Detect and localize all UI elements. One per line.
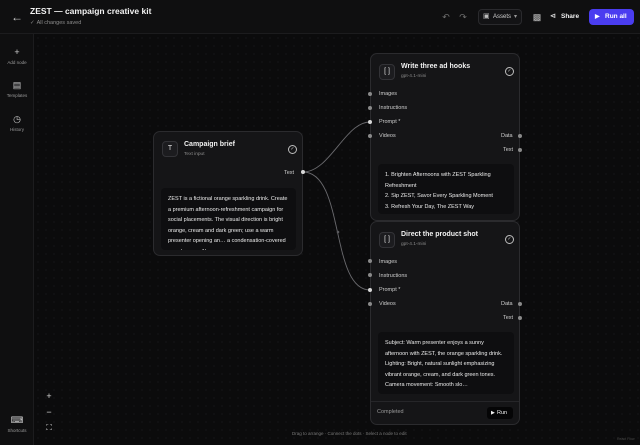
plus-icon: + (14, 47, 20, 57)
node-title: Direct the product shot (401, 231, 479, 238)
share-label: Share (561, 13, 580, 20)
output-port-text: Text (503, 315, 514, 321)
node-write-hooks[interactable]: [ ] Write three ad hooks gpt-4.1-mini ✓ … (370, 53, 520, 221)
shot-data-port[interactable] (518, 302, 522, 306)
input-port-images: Images (379, 259, 398, 265)
output-port-text-label: Text (284, 170, 295, 176)
node-subtitle: gpt-4.1-mini (401, 74, 427, 79)
flow-canvas[interactable] (34, 34, 640, 445)
assets-label: Assets (493, 14, 512, 20)
brackets-icon: [ ] (379, 232, 395, 248)
run-status: Completed (377, 409, 404, 415)
check-icon: ✓ (30, 20, 35, 26)
brackets-icon: [ ] (379, 64, 395, 80)
fit-view-icon[interactable]: ⛶ (40, 421, 58, 435)
rail-add-node[interactable]: + Add node (0, 46, 34, 65)
rail-history-label: History (9, 127, 24, 132)
hooks-output-content[interactable]: 1. Brighten Afternoons with ZEST Sparkli… (378, 164, 514, 214)
node-campaign-brief[interactable]: T Campaign brief Text input ✓ Text ZEST … (153, 131, 303, 256)
rail-templates[interactable]: ▤ Templates (0, 79, 34, 98)
run-label: Run (497, 410, 508, 416)
rail-shortcuts[interactable]: ⌨ Shortcuts (0, 414, 34, 433)
templates-icon: ▤ (12, 80, 22, 90)
save-status: ✓ All changes saved (30, 20, 81, 26)
input-port-instructions: Instructions (379, 105, 408, 111)
brief-text-output-port[interactable] (301, 170, 305, 174)
hooks-instructions-port[interactable] (368, 106, 372, 110)
share-button[interactable]: ⊲ Share (550, 9, 582, 25)
canvas-hint: Drag to arrange · Connect the dots · Sel… (292, 431, 407, 436)
left-rail: + Add node ▤ Templates ◷ History ⌨ Short… (0, 34, 34, 445)
shot-videos-port[interactable] (368, 302, 372, 306)
hooks-data-port[interactable] (518, 134, 522, 138)
project-title: ZEST — campaign creative kit (30, 6, 152, 16)
input-port-videos: Videos (379, 133, 396, 139)
run-all-label: Run all (605, 13, 627, 20)
keyboard-icon: ⌨ (10, 415, 24, 425)
rail-templates-label: Templates (6, 93, 28, 98)
rail-history[interactable]: ◷ History (0, 113, 34, 132)
input-port-prompt: Prompt * (379, 119, 400, 125)
node-direct-product-shot[interactable]: [ ] Direct the product shot gpt-4.1-mini… (370, 221, 520, 425)
node-subtitle: gpt-4.1-mini (401, 242, 427, 247)
zoom-controls: + − ⛶ (40, 389, 58, 437)
node-title: Write three ad hooks (401, 63, 471, 70)
share-icon: ⊲ (550, 13, 556, 20)
footer-divider (371, 401, 519, 402)
hooks-images-port[interactable] (368, 92, 372, 96)
rail-shortcuts-label: Shortcuts (7, 428, 27, 433)
play-icon: ▶ (595, 14, 600, 20)
hooks-prompt-port[interactable] (368, 120, 372, 124)
required-mark: * (398, 119, 401, 125)
play-icon: ▶ (491, 410, 495, 416)
assets-button[interactable]: ▣ Assets ▾ (478, 9, 522, 25)
shot-images-port[interactable] (368, 259, 372, 263)
node-title: Campaign brief (184, 141, 235, 148)
input-port-prompt-label: Prompt (379, 119, 397, 125)
watermark: React Flow (617, 437, 635, 441)
run-button[interactable]: ▶ Run (487, 407, 513, 419)
check-circle-icon: ✓ (288, 145, 297, 154)
input-port-instructions: Instructions (379, 273, 408, 279)
brief-text-content[interactable]: ZEST is a fictional orange sparkling dri… (161, 188, 296, 250)
required-mark: * (398, 287, 401, 293)
text-icon: T (162, 141, 178, 157)
hooks-videos-port[interactable] (368, 134, 372, 138)
app-window: ← ZEST — campaign creative kit ✓ All chan… (0, 0, 640, 445)
input-port-prompt: Prompt * (379, 287, 400, 293)
run-all-button[interactable]: ▶ Run all (589, 9, 634, 25)
output-port-text: Text (503, 147, 514, 153)
input-port-prompt-label: Prompt (379, 287, 397, 293)
top-bar: ← ZEST — campaign creative kit ✓ All chan… (0, 0, 640, 34)
zoom-in-icon[interactable]: + (40, 389, 58, 403)
folder-icon: ▣ (483, 13, 490, 20)
zoom-out-icon[interactable]: − (40, 405, 58, 419)
shot-instructions-port[interactable] (368, 273, 372, 277)
output-port-data: Data (501, 133, 513, 139)
input-port-images: Images (379, 91, 398, 97)
redo-icon[interactable]: ↷ (457, 11, 469, 23)
check-circle-icon: ✓ (505, 67, 514, 76)
save-icon[interactable]: ▩ (531, 11, 543, 23)
rail-add-node-label: Add node (7, 60, 27, 65)
check-circle-icon: ✓ (505, 235, 514, 244)
node-subtitle: Text input (184, 152, 205, 157)
history-icon: ◷ (13, 114, 21, 124)
shot-output-content[interactable]: Subject: Warm presenter enjoys a sunny a… (378, 332, 514, 394)
chevron-down-icon: ▾ (513, 14, 517, 20)
input-port-videos: Videos (379, 301, 396, 307)
save-status-text: All changes saved (36, 20, 82, 26)
hooks-text-port[interactable] (518, 148, 522, 152)
shot-prompt-port[interactable] (368, 288, 372, 292)
shot-text-port[interactable] (518, 316, 522, 320)
output-port-data: Data (501, 301, 513, 307)
undo-icon[interactable]: ↶ (440, 11, 452, 23)
back-arrow-icon[interactable]: ← (9, 9, 25, 25)
